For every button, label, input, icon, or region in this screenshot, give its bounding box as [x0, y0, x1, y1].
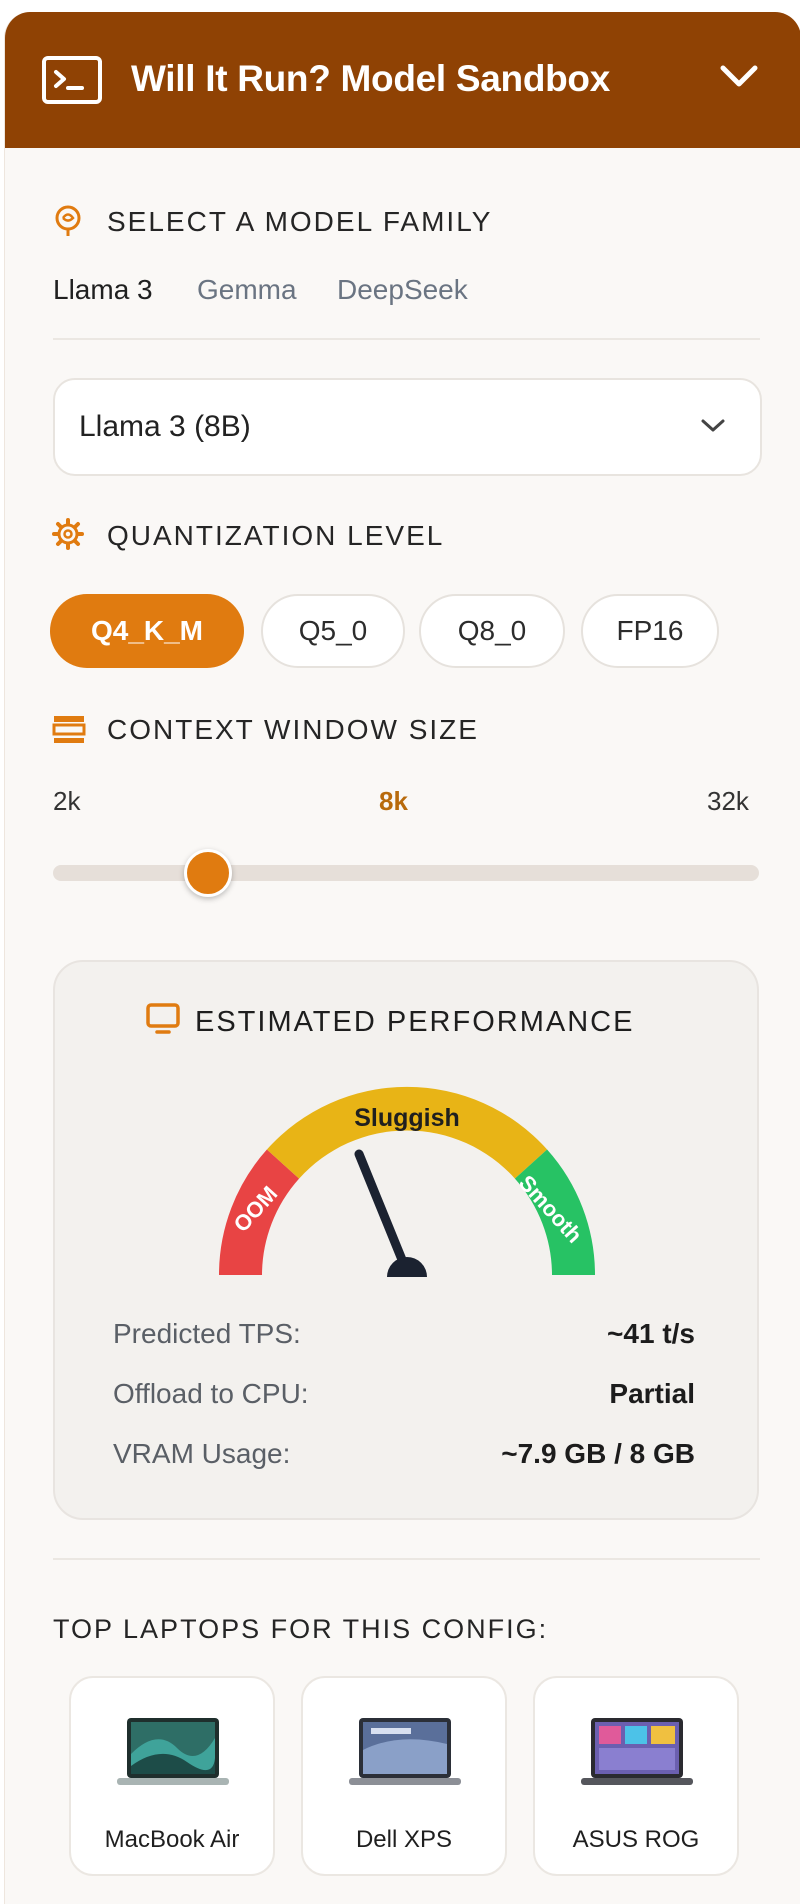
quant-option-fp16[interactable]: FP16 [581, 594, 719, 668]
laptop-name: MacBook Air [104, 1826, 240, 1853]
laptops-title: TOP LAPTOPS FOR THIS CONFIG: [53, 1614, 549, 1644]
metric-label-offload: Offload to CPU: [113, 1378, 309, 1409]
context-min-label: 2k [53, 786, 81, 816]
context-slider-thumb[interactable] [184, 849, 233, 897]
performance-gauge: Sluggish OOM Smooth [218, 1086, 595, 1277]
context-label: CONTEXT WINDOW SIZE [107, 714, 479, 745]
gauge-needle [354, 1149, 412, 1277]
model-select[interactable]: Llama 3 (8B) [53, 378, 762, 476]
monitor-icon [145, 1002, 181, 1041]
gauge-zone-sluggish [266, 1086, 548, 1179]
metric-label-vram: VRAM Usage: [113, 1438, 291, 1469]
metric-value-tps: ~41 t/s [607, 1318, 695, 1349]
panel-title: Will It Run? Model Sandbox [131, 58, 610, 99]
tab-llama-3[interactable]: Llama 3 [53, 274, 153, 306]
model-family-label: SELECT A MODEL FAMILY [107, 206, 493, 237]
context-max-label: 32k [707, 786, 749, 816]
laptop-card-asus-rog[interactable]: ASUS ROG [533, 1676, 739, 1876]
laptop-name: ASUS ROG [572, 1826, 700, 1853]
laptop-card-macbook-air[interactable]: MacBook Air [69, 1676, 275, 1876]
layers-icon [52, 714, 86, 749]
quant-option-q8-0[interactable]: Q8_0 [419, 594, 565, 668]
gauge-label-sluggish: Sluggish [354, 1104, 460, 1132]
asus-rog-image [581, 1718, 693, 1785]
metric-value-offload: Partial [609, 1378, 695, 1409]
context-current-label: 8k [379, 786, 408, 816]
chevron-down-icon[interactable] [719, 64, 759, 95]
laptop-card-dell-xps[interactable]: Dell XPS [301, 1676, 507, 1876]
gear-icon [52, 518, 84, 555]
brain-icon [52, 204, 84, 243]
chevron-down-icon [700, 418, 726, 439]
quant-option-q5-0[interactable]: Q5_0 [261, 594, 405, 668]
model-sandbox-panel: Will It Run? Model Sandbox SELECT A MODE… [4, 12, 800, 1904]
laptop-name: Dell XPS [355, 1826, 453, 1853]
tab-deepseek[interactable]: DeepSeek [337, 274, 468, 306]
performance-title: ESTIMATED PERFORMANCE [195, 1006, 635, 1038]
context-slider-track[interactable] [53, 865, 759, 881]
tab-gemma[interactable]: Gemma [197, 274, 297, 306]
quant-option-q4-k-m[interactable]: Q4_K_M [50, 594, 244, 668]
dell-xps-image [349, 1718, 461, 1785]
gauge-needle-hub [387, 1257, 427, 1277]
macbook-air-image [117, 1718, 229, 1785]
divider [53, 338, 760, 340]
divider [53, 1558, 760, 1560]
metric-label-tps: Predicted TPS: [113, 1318, 301, 1349]
terminal-icon [42, 56, 102, 109]
metric-value-vram: ~7.9 GB / 8 GB [501, 1438, 695, 1469]
panel-header[interactable]: Will It Run? Model Sandbox [5, 12, 800, 148]
model-select-value: Llama 3 (8B) [79, 410, 251, 443]
quantization-label: QUANTIZATION LEVEL [107, 520, 445, 551]
